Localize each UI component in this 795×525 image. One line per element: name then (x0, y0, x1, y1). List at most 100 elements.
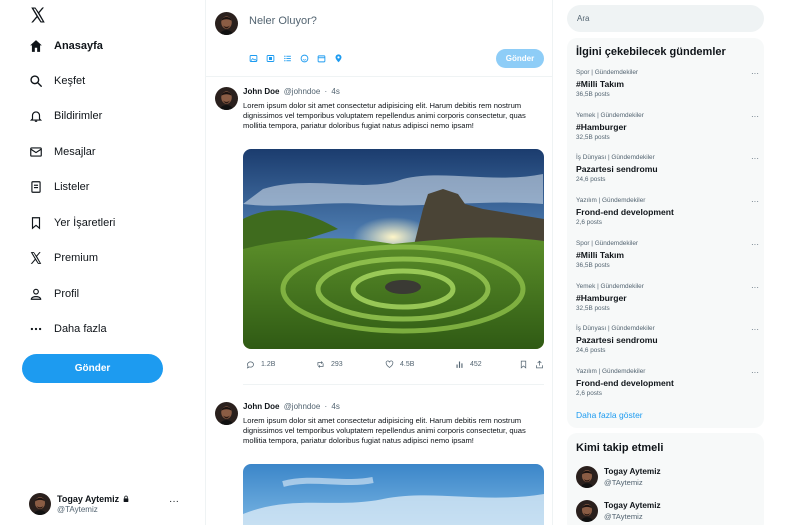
avatar[interactable] (215, 402, 238, 425)
follow-suggestion[interactable]: Togay Aytemiz @TAytemiz (576, 465, 756, 489)
trend-item[interactable]: Spor | Gündemdekiler #Milli Takım 36,5B … (576, 240, 759, 269)
tweet-actions: 1.2B 293 4.5B 452 (243, 360, 544, 372)
bookmark-icon (29, 216, 43, 230)
sidebar-item-bookmarks[interactable]: Yer İşaretleri (29, 211, 115, 235)
right-sidebar: Ara İlgini çekebilecek gündemler Spor | … (553, 0, 795, 525)
sidebar-item-label: Profil (54, 288, 80, 300)
divider (243, 384, 544, 385)
gif-icon[interactable] (266, 54, 275, 63)
trend-count: 24,6 posts (576, 347, 606, 354)
views-button[interactable]: 452 (455, 360, 482, 369)
sidebar-item-label: Yer İşaretleri (54, 217, 116, 229)
schedule-icon[interactable] (317, 54, 326, 63)
tweet[interactable]: John Doe @johndoe · 4s Lorem ipsum dolor… (206, 392, 552, 525)
trend-item[interactable]: Yemek | Gündemdekiler #Hamburger 32,5B p… (576, 283, 759, 312)
trend-title: #Milli Takım (576, 250, 625, 260)
follow-suggestion[interactable]: Togay Aytemiz @TAytemiz (576, 499, 756, 523)
trend-item[interactable]: Yazılım | Gündemdekiler Frond-end develo… (576, 197, 759, 226)
bookmark-button[interactable] (519, 360, 528, 369)
trend-title: #Hamburger (576, 122, 627, 132)
sidebar-item-label: Daha fazla (54, 323, 107, 335)
sidebar-item-more[interactable]: Daha fazla (29, 317, 107, 341)
account-switcher[interactable]: Togay Aytemiz @TAytemiz ··· (29, 489, 179, 519)
x-logo-icon (29, 251, 43, 265)
like-button[interactable]: 4.5B (385, 360, 414, 369)
sidebar-item-label: Listeler (54, 181, 90, 193)
lock-icon (123, 495, 129, 502)
trend-category: Yazılım | Gündemdekiler (576, 197, 646, 204)
views-count: 452 (470, 361, 482, 368)
reply-button[interactable]: 1.2B (246, 360, 275, 369)
trend-item[interactable]: Yemek | Gündemdekiler #Hamburger 32,5B p… (576, 112, 759, 141)
trend-title: Pazartesi sendromu (576, 164, 658, 174)
sidebar-item-label: Bildirimler (54, 110, 103, 122)
location-icon[interactable] (334, 54, 343, 63)
trend-category: Spor | Gündemdekiler (576, 69, 639, 76)
bookmark-icon (520, 360, 527, 369)
sidebar-item-profile[interactable]: Profil (29, 282, 79, 306)
sidebar-item-messages[interactable]: Mesajlar (29, 140, 96, 164)
poll-icon[interactable] (283, 54, 292, 63)
sidebar-item-home[interactable]: Anasayfa (29, 34, 103, 58)
sidebar-item-label: Premium (54, 252, 99, 264)
more-dots-icon[interactable]: ··· (169, 496, 179, 507)
retweet-count: 293 (331, 361, 343, 368)
sidebar-item-explore[interactable]: Keşfet (29, 69, 85, 93)
share-button[interactable] (535, 360, 544, 369)
tweet-time[interactable]: 4s (331, 402, 339, 411)
compose-box: Neler Oluyor? Gönder (206, 0, 552, 77)
trend-item[interactable]: İş Dünyası | Gündemdekiler Pazartesi sen… (576, 154, 759, 183)
trend-item[interactable]: Yazılım | Gündemdekiler Frond-end develo… (576, 368, 759, 397)
sidebar-item-lists[interactable]: Listeler (29, 175, 89, 199)
reply-icon (246, 361, 254, 369)
sidebar-item-label: Anasayfa (54, 40, 103, 52)
emoji-icon[interactable] (300, 54, 309, 63)
retweet-button[interactable]: 293 (316, 360, 343, 369)
trend-title: #Hamburger (576, 293, 627, 303)
left-sidebar: Anasayfa Keşfet Bildirimler Mesajlar Lis… (0, 0, 205, 525)
compose-send-button[interactable]: Gönder (496, 49, 544, 68)
tweet-separator: · (324, 87, 328, 96)
more-dots-icon[interactable]: ··· (751, 283, 759, 292)
tweet-author-handle[interactable]: @johndoe (284, 87, 321, 96)
compose-input[interactable]: Neler Oluyor? (249, 15, 539, 27)
tweet-author-handle[interactable]: @johndoe (284, 402, 321, 411)
trend-title: Frond-end development (576, 207, 674, 217)
avatar (576, 500, 598, 522)
trend-category: İş Dünyası | Gündemdekiler (576, 154, 655, 161)
more-dots-icon[interactable]: ··· (751, 154, 759, 163)
more-dots-icon[interactable]: ··· (751, 197, 759, 206)
avatar[interactable] (215, 87, 238, 110)
follow-user-handle: @TAytemiz (604, 478, 643, 487)
bell-icon (29, 109, 43, 123)
more-dots-icon[interactable]: ··· (751, 69, 759, 78)
show-more-link[interactable]: Daha fazla göster (576, 410, 643, 420)
search-input[interactable]: Ara (567, 5, 764, 32)
avatar (29, 493, 51, 515)
reply-count: 1.2B (261, 361, 276, 368)
sidebar-item-notifications[interactable]: Bildirimler (29, 104, 102, 128)
trend-title: #Milli Takım (576, 79, 625, 89)
trend-category: İş Dünyası | Gündemdekiler (576, 325, 655, 332)
like-count: 4.5B (400, 361, 415, 368)
image-icon[interactable] (249, 54, 258, 63)
tweet-author-name[interactable]: John Doe (243, 402, 279, 411)
tweet[interactable]: John Doe @johndoe · 4s Lorem ipsum dolor… (206, 77, 552, 387)
trend-item[interactable]: İş Dünyası | Gündemdekiler Pazartesi sen… (576, 325, 759, 354)
more-dots-icon[interactable]: ··· (751, 112, 759, 121)
sidebar-item-premium[interactable]: Premium (29, 246, 98, 270)
trend-category: Spor | Gündemdekiler (576, 240, 639, 247)
trend-count: 24,6 posts (576, 176, 606, 183)
trend-category: Yazılım | Gündemdekiler (576, 368, 646, 375)
more-dots-icon[interactable]: ··· (751, 240, 759, 249)
tweet-image[interactable] (243, 464, 544, 525)
tweet-time[interactable]: 4s (331, 87, 339, 96)
tweet-image[interactable] (243, 149, 544, 349)
post-button[interactable]: Gönder (22, 354, 163, 383)
x-logo-icon[interactable] (29, 6, 47, 26)
trend-item[interactable]: Spor | Gündemdekiler #Milli Takım 36,5B … (576, 69, 759, 98)
tweet-author-name[interactable]: John Doe (243, 87, 279, 96)
more-dots-icon[interactable]: ··· (751, 368, 759, 377)
who-to-follow-title: Kimi takip etmeli (576, 442, 664, 454)
more-dots-icon[interactable]: ··· (751, 325, 759, 334)
